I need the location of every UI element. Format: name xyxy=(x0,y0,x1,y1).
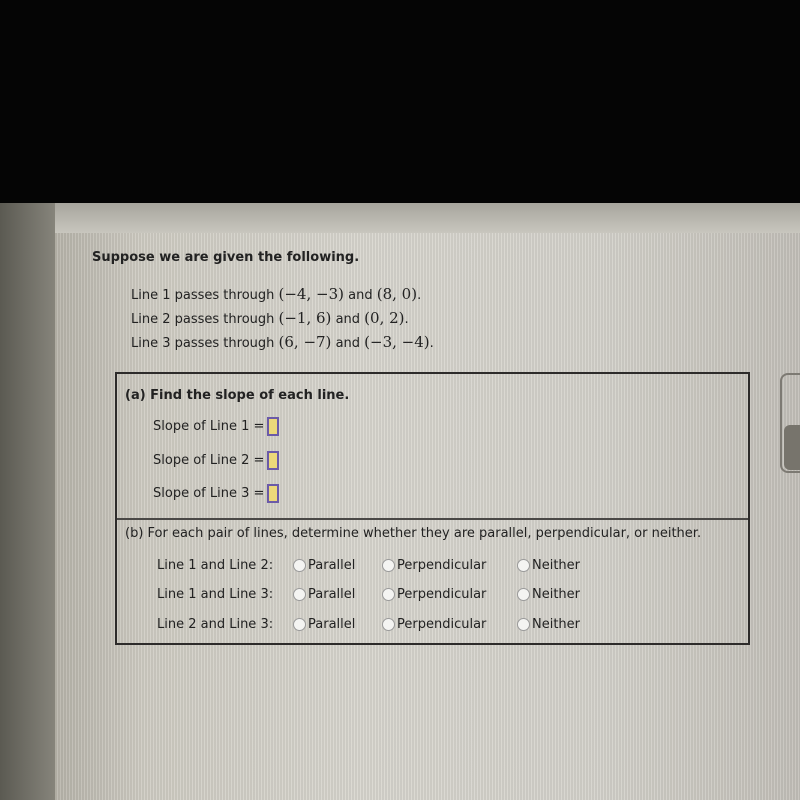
line-3-point-2: (−3, −4) xyxy=(364,333,430,351)
slope-line-3-input[interactable] xyxy=(267,484,280,503)
top-strip xyxy=(55,203,800,233)
part-b-title: (b) For each pair of lines, determine wh… xyxy=(125,526,702,541)
radio-1-3-parallel[interactable]: Parallel xyxy=(293,587,355,602)
radio-circle-icon[interactable] xyxy=(382,588,395,601)
line-3-definition: Line 3 passes through (6, −7) and (−3, −… xyxy=(131,333,434,351)
scrollbar-thumb[interactable] xyxy=(784,425,800,470)
radio-1-3-perpendicular[interactable]: Perpendicular xyxy=(382,587,486,602)
line-2-point-1: (−1, 6) xyxy=(278,309,332,327)
radio-circle-icon[interactable] xyxy=(517,618,530,631)
line-2-point-2: (0, 2) xyxy=(364,309,405,327)
line-2-definition: Line 2 passes through (−1, 6) and (0, 2)… xyxy=(131,309,409,327)
radio-2-3-neither[interactable]: Neither xyxy=(517,617,580,632)
radio-circle-icon[interactable] xyxy=(293,588,306,601)
line-1-point-2: (8, 0) xyxy=(376,285,418,303)
radio-circle-icon[interactable] xyxy=(293,618,306,631)
radio-2-3-parallel[interactable]: Parallel xyxy=(293,617,355,632)
slope-row-line-2: Slope of Line 2 = xyxy=(153,451,280,470)
part-a-title: (a) Find the slope of each line. xyxy=(125,388,350,403)
line-3-point-1: (6, −7) xyxy=(278,333,332,351)
question-box: (a) Find the slope of each line. Slope o… xyxy=(115,372,750,645)
radio-circle-icon[interactable] xyxy=(517,559,530,572)
line-definitions: Line 1 passes through (−4, −3) and (8, 0… xyxy=(131,283,434,355)
radio-circle-icon[interactable] xyxy=(382,559,395,572)
slope-line-1-input[interactable] xyxy=(267,417,280,436)
part-divider xyxy=(117,518,748,520)
radio-1-3-neither[interactable]: Neither xyxy=(517,587,580,602)
line-1-definition: Line 1 passes through (−4, −3) and (8, 0… xyxy=(131,285,422,303)
slope-row-line-1: Slope of Line 1 = xyxy=(153,417,280,436)
radio-1-2-perpendicular[interactable]: Perpendicular xyxy=(382,558,486,573)
radio-circle-icon[interactable] xyxy=(517,588,530,601)
radio-1-2-parallel[interactable]: Parallel xyxy=(293,558,355,573)
problem-intro: Suppose we are given the following. xyxy=(92,250,360,265)
radio-circle-icon[interactable] xyxy=(293,559,306,572)
radio-circle-icon[interactable] xyxy=(382,618,395,631)
radio-2-3-perpendicular[interactable]: Perpendicular xyxy=(382,617,486,632)
slope-row-line-3: Slope of Line 3 = xyxy=(153,484,280,503)
radio-1-2-neither[interactable]: Neither xyxy=(517,558,580,573)
line-1-point-1: (−4, −3) xyxy=(278,285,344,303)
left-panel xyxy=(0,203,55,800)
slope-line-2-input[interactable] xyxy=(267,451,280,470)
